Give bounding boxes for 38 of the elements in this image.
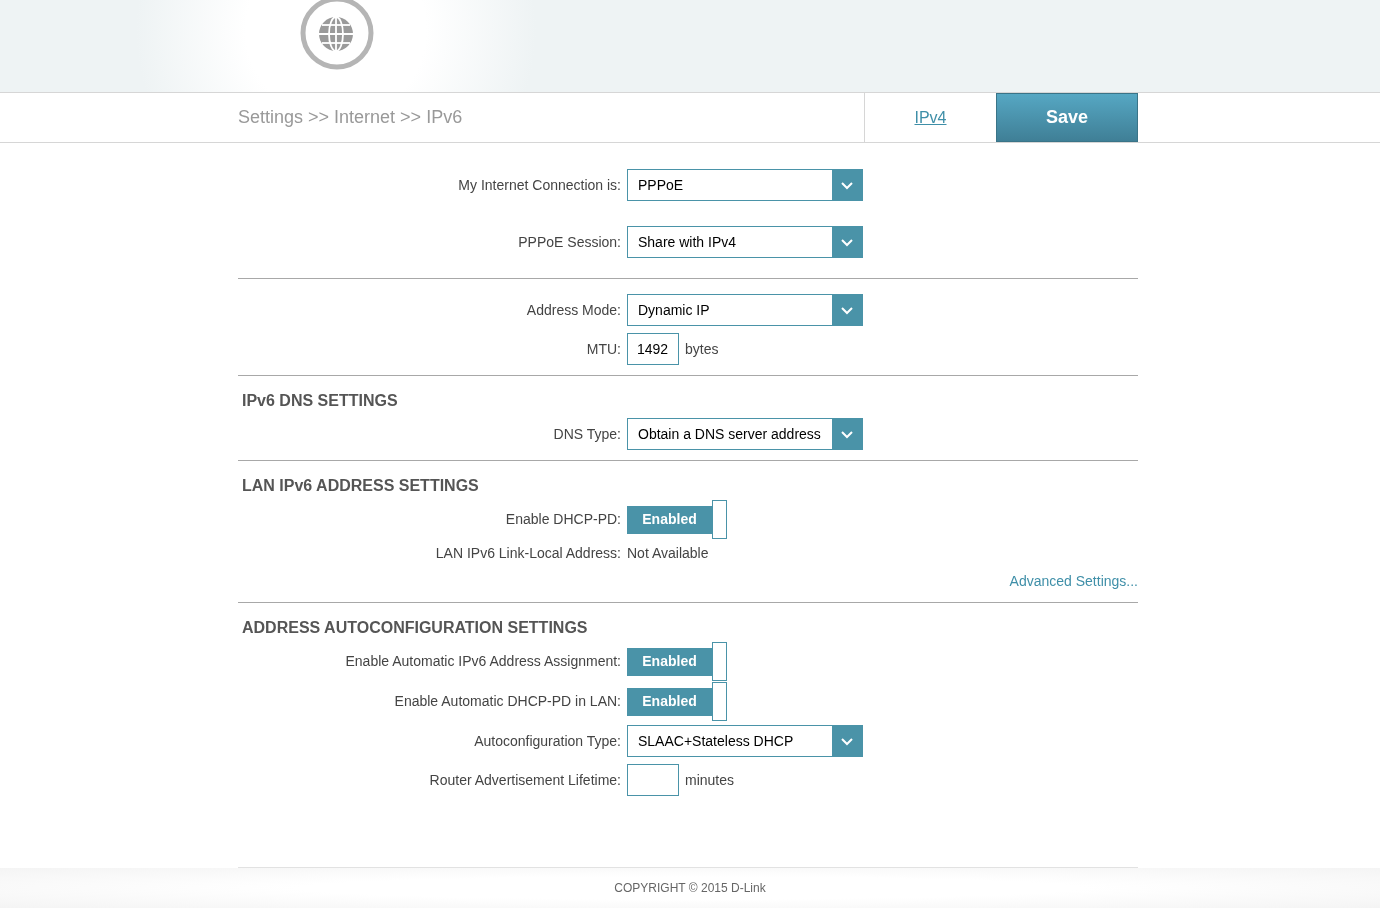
field-label: Autoconfiguration Type: [473,731,622,751]
globe-logo-icon [298,0,376,72]
breadcrumb: Settings >> Internet >> IPv6 [238,106,463,129]
dropdown[interactable]: Obtain a DNS server address [627,418,863,450]
section-heading: LAN IPv6 ADDRESS SETTINGS [241,476,480,496]
chevron-down-icon [840,180,854,190]
dropdown[interactable]: Dynamic IP [627,294,863,326]
unit-label: bytes [685,339,719,359]
field-label: Router Advertisement Lifetime: [428,770,622,790]
dropdown[interactable]: SLAAC+Stateless DHCP [627,725,863,757]
unit-label: minutes [685,770,735,790]
field-label: Enable DHCP-PD: [504,510,622,529]
dropdown-arrow-button[interactable] [832,726,862,756]
chevron-down-icon [840,237,854,247]
dropdown-arrow-button[interactable] [832,227,862,257]
field-label: Enable Automatic DHCP-PD in LAN: [393,692,622,711]
field-label: Address Mode: [525,300,622,320]
section-heading: ADDRESS AUTOCONFIGURATION SETTINGS [241,618,589,638]
dropdown[interactable]: Share with IPv4 [627,226,863,258]
chevron-down-icon [840,736,854,746]
dropdown-arrow-button[interactable] [832,170,862,200]
field-value: Not Available [627,544,709,563]
field-label: LAN IPv6 Link-Local Address: [434,544,622,563]
chevron-down-icon [840,305,854,315]
input-field[interactable]: 1492 [627,333,679,365]
chevron-down-icon [840,429,854,439]
input-field[interactable] [627,764,679,796]
dropdown-arrow-button[interactable] [832,295,862,325]
dropdown[interactable]: PPPoE [627,169,863,201]
field-label: PPPoE Session: [517,232,622,252]
dropdown-arrow-button[interactable] [832,419,862,449]
field-label: DNS Type: [552,424,622,444]
field-label: Enable Automatic IPv6 Address Assignment: [344,652,622,671]
field-label: My Internet Connection is: [457,175,622,195]
section-heading: IPv6 DNS SETTINGS [241,391,399,411]
advanced-settings-link[interactable]: Advanced Settings... [1009,571,1138,592]
copyright-text: COPYRIGHT © 2015 D-Link [614,880,766,897]
field-label: MTU: [585,339,622,359]
